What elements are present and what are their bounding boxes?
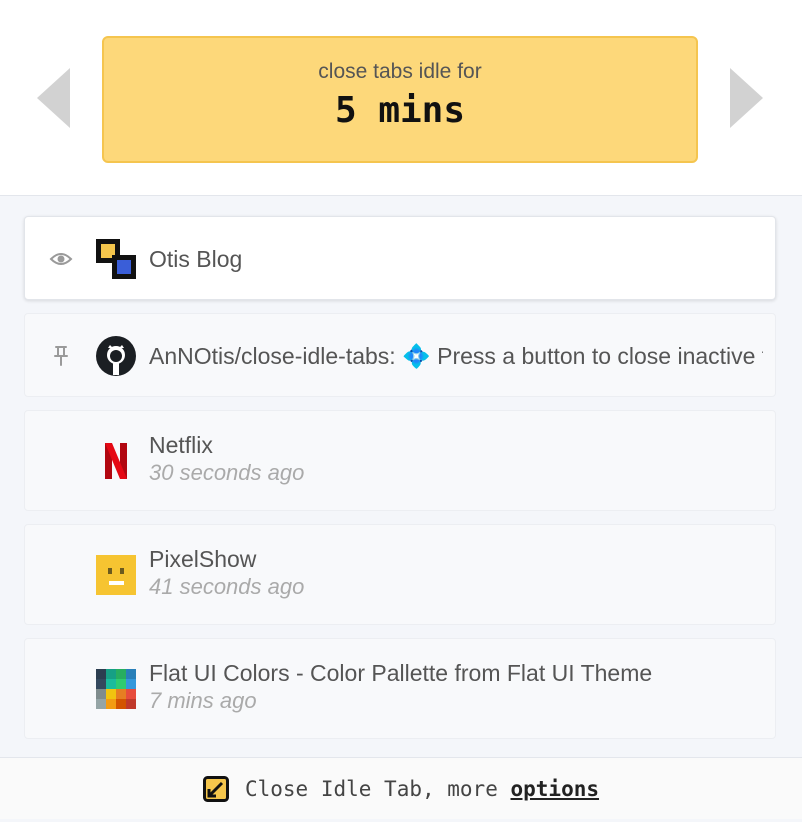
next-duration-button[interactable] (730, 68, 763, 128)
header: close tabs idle for 5 mins (0, 0, 802, 196)
github-favicon (96, 336, 136, 376)
options-link[interactable]: options (511, 777, 600, 801)
tab-item-flat-ui-colors[interactable]: Flat UI Colors - Color Pallette from Fla… (24, 638, 776, 739)
flat-ui-colors-favicon (96, 669, 136, 709)
tab-title: Otis Blog (149, 246, 243, 272)
footer: Close Idle Tab, more options (0, 757, 802, 819)
tab-item-netflix[interactable]: Netflix 30 seconds ago (24, 410, 776, 511)
prev-duration-button[interactable] (37, 68, 70, 128)
tab-item-github[interactable]: AnNOtis/close-idle-tabs: 💠 Press a butto… (24, 313, 776, 397)
pixelshow-favicon (96, 555, 136, 595)
pencil-square-icon (202, 775, 229, 802)
tab-idle-time: 30 seconds ago (149, 460, 305, 485)
idle-duration-panel: close tabs idle for 5 mins (102, 36, 698, 163)
tab-title: Flat UI Colors - Color Pallette from Fla… (149, 660, 653, 686)
pin-icon[interactable] (49, 344, 73, 368)
idle-duration-value: 5 mins (334, 90, 466, 131)
tab-title: PixelShow (149, 546, 257, 572)
eye-icon[interactable] (49, 247, 73, 271)
tab-item-otis-blog[interactable]: Otis Blog (24, 216, 776, 300)
tab-idle-time: 7 mins ago (149, 688, 257, 713)
otis-blog-favicon (96, 239, 136, 279)
netflix-favicon (96, 441, 136, 481)
tab-idle-time: 41 seconds ago (149, 574, 305, 599)
tab-title: Netflix (149, 432, 213, 458)
tab-item-pixelshow[interactable]: PixelShow 41 seconds ago (24, 524, 776, 625)
idle-duration-label: close tabs idle for (318, 60, 482, 83)
tab-list: Otis Blog AnNOtis/close-idle-tabs: 💠 Pre… (24, 216, 776, 739)
tab-title: AnNOtis/close-idle-tabs: 💠 Press a butto… (149, 343, 763, 369)
footer-label: Close Idle Tab, more (244, 776, 511, 801)
